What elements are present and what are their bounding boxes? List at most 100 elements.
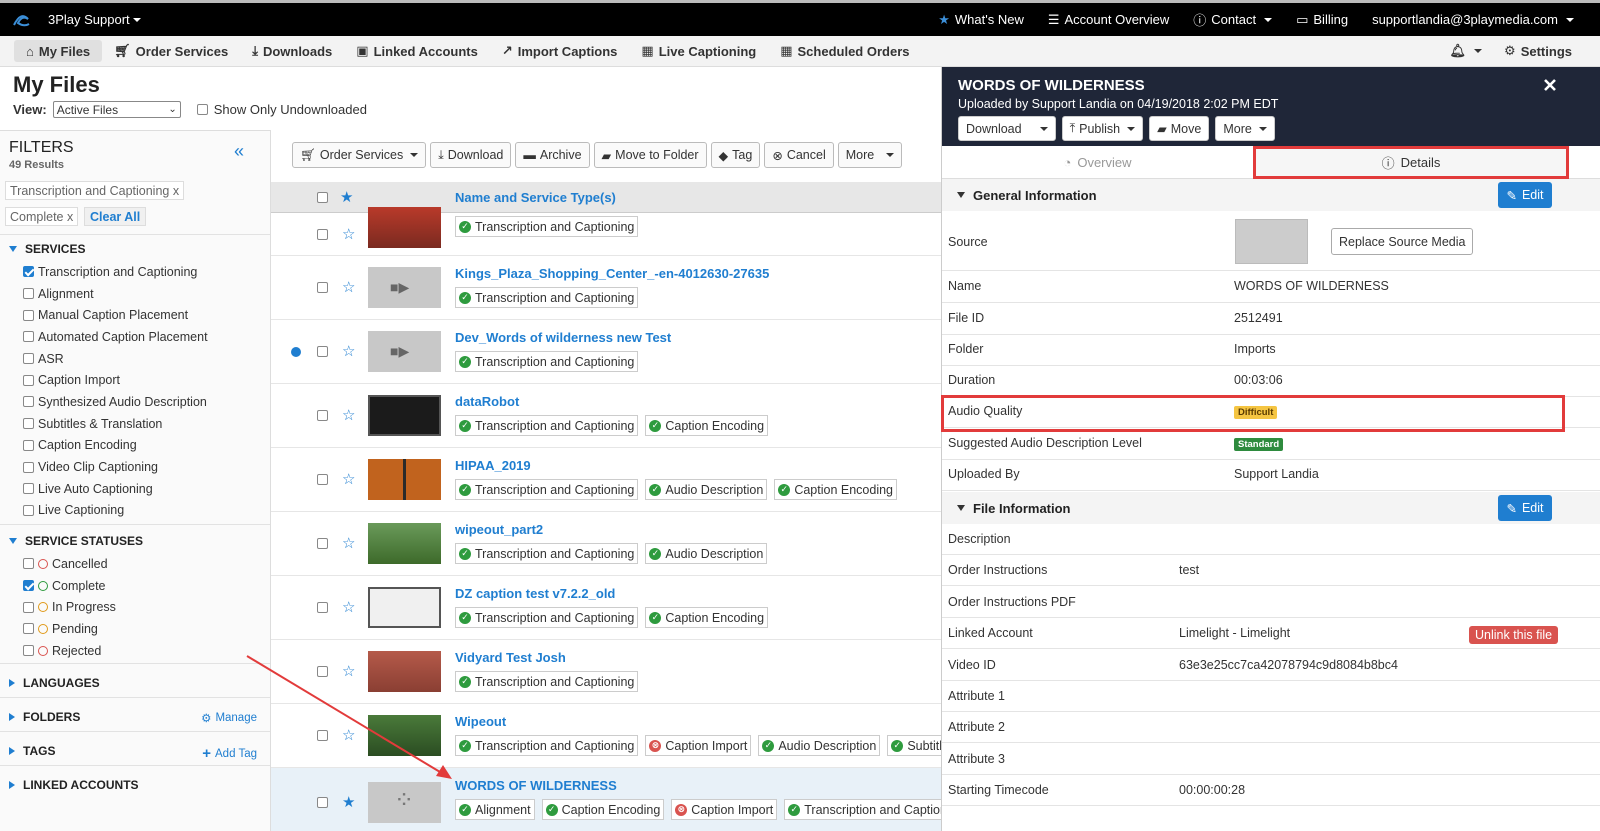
billing-link[interactable]: ▭ Billing (1296, 12, 1348, 28)
show-undownloaded-checkbox[interactable] (196, 104, 208, 115)
service-filter-item[interactable]: Alignment (23, 283, 208, 305)
tab-details[interactable]: ⓘ Details (1253, 146, 1569, 179)
nav-order-services[interactable]: 🛒︎ Order Services (102, 40, 240, 62)
file-name-link[interactable]: Kings_Plaza_Shopping_Center_-en-4012630-… (455, 266, 769, 281)
service-tag[interactable]: ✓ Transcription and Captioning (455, 216, 639, 237)
service-tag[interactable]: ✓ Transcription and Captioning (455, 671, 639, 692)
file-name-link[interactable]: DZ caption test v7.2.2_old (455, 586, 615, 601)
file-thumbnail[interactable] (368, 523, 441, 564)
tab-overview[interactable]: ◔ Overview (942, 146, 1253, 179)
file-thumbnail[interactable] (368, 459, 441, 500)
service-tag[interactable]: ✓ Transcription and Captioning (455, 735, 639, 756)
service-filter-checkbox[interactable] (23, 504, 34, 516)
star-icon[interactable]: ☆ (342, 278, 355, 296)
notifications-menu[interactable]: 🔔︎ (1450, 40, 1483, 62)
star-icon[interactable]: ☆ (342, 470, 355, 488)
file-thumbnail[interactable] (368, 395, 441, 436)
add-tag-link[interactable]: + Add Tag (202, 745, 257, 762)
service-filter-item[interactable]: ASR (23, 348, 208, 370)
status-filter-item[interactable]: In Progress (23, 596, 116, 618)
status-filter-item[interactable]: Rejected (23, 640, 116, 662)
filter-chip-status[interactable]: Complete x (5, 207, 79, 226)
tag-button[interactable]: ◆ Tag (710, 142, 761, 168)
service-filter-checkbox[interactable] (23, 439, 34, 451)
file-name-link[interactable]: wipeout_part2 (455, 522, 543, 537)
star-icon[interactable]: ☆ (342, 342, 355, 360)
service-filter-checkbox[interactable] (23, 331, 34, 343)
service-filter-item[interactable]: Transcription and Captioning (23, 261, 208, 283)
nav-import-captions[interactable]: ↗ Import Captions (490, 40, 630, 62)
star-icon[interactable]: ★ (342, 793, 355, 811)
nav-settings[interactable]: ⚙ Settings (1504, 40, 1572, 62)
file-thumbnail[interactable]: ⁘ (368, 782, 441, 823)
service-tag[interactable]: ✓ Transcription and Captioning (455, 607, 639, 628)
file-row[interactable]: ☆ HIPAA_2019 ✓ Transcription and Captioning… (271, 448, 941, 512)
linked-accounts-section-toggle[interactable]: LINKED ACCOUNTS (9, 778, 139, 792)
service-tag[interactable]: ✓ Transcription and Captioning (455, 415, 639, 436)
file-info-toggle[interactable]: File Information (957, 501, 1071, 516)
star-icon[interactable]: ★ (340, 188, 353, 206)
file-name-link[interactable]: Dev_Words of wilderness new Test (455, 330, 671, 345)
service-tag[interactable]: ✓ Caption Encoding (645, 607, 769, 628)
service-tag[interactable]: ✓ Subtitl (887, 735, 941, 756)
clear-all-button[interactable]: Clear All (84, 207, 147, 226)
file-name-link[interactable]: HIPAA_2019 (455, 458, 531, 473)
service-tag[interactable]: ✓ Alignment (455, 799, 535, 820)
nav-scheduled-orders[interactable]: ▦ Scheduled Orders (768, 40, 921, 62)
account-overview-link[interactable]: ☰ Account Overview (1048, 12, 1169, 28)
service-filter-item[interactable]: Live Captioning (23, 500, 208, 522)
file-name-link[interactable]: Wipeout (455, 714, 506, 729)
file-row-checkbox[interactable] (317, 666, 328, 677)
service-tag[interactable]: ✓ Transcription and Captioning (455, 351, 639, 372)
archive-button[interactable]: ▬ Archive (515, 142, 590, 168)
edit-file-button[interactable]: ✎ Edit (1498, 495, 1552, 521)
service-tag[interactable]: ⊗ Caption Import (671, 799, 778, 820)
file-thumbnail[interactable] (368, 715, 441, 756)
nav-live-captioning[interactable]: ▦ Live Captioning (629, 40, 768, 62)
service-tag[interactable]: ✓ Caption Encoding (645, 415, 769, 436)
star-icon[interactable]: ☆ (342, 225, 355, 243)
service-tag[interactable]: ⊗ Caption Import (645, 735, 752, 756)
nav-downloads[interactable]: ⤓ Downloads (240, 40, 344, 62)
languages-section-toggle[interactable]: LANGUAGES (9, 676, 100, 690)
file-row[interactable]: ☆ Vidyard Test Josh ✓ Transcription and Cap… (271, 640, 941, 704)
status-filter-checkbox[interactable] (23, 623, 34, 635)
service-tag[interactable]: ✓ Transcription and Captioning (455, 287, 639, 308)
service-filter-checkbox[interactable] (23, 374, 34, 386)
service-filter-item[interactable]: Live Auto Captioning (23, 478, 208, 500)
view-select[interactable]: Active Files ⌄ (52, 101, 181, 118)
file-row-checkbox[interactable] (317, 538, 328, 549)
name-column-header[interactable]: Name and Service Type(s) (455, 190, 616, 205)
panel-publish-button[interactable]: ⤒ Publish (1061, 116, 1144, 141)
service-tag[interactable]: ✓ Transcription and Captioning (455, 543, 639, 564)
service-filter-item[interactable]: Synthesized Audio Description (23, 391, 208, 413)
file-row-checkbox[interactable] (317, 474, 328, 485)
star-icon[interactable]: ☆ (342, 406, 355, 424)
file-row-checkbox[interactable] (317, 797, 328, 808)
service-filter-checkbox[interactable] (23, 288, 34, 300)
collapse-sidebar-icon[interactable]: « (234, 141, 244, 162)
panel-download-button[interactable]: Download (958, 116, 1056, 141)
nav-my-files[interactable]: ⌂ My Files (14, 40, 103, 62)
panel-more-button[interactable]: More (1215, 116, 1275, 141)
file-thumbnail[interactable] (368, 207, 441, 248)
file-row-checkbox[interactable] (317, 282, 328, 293)
star-icon[interactable]: ☆ (342, 662, 355, 680)
service-tag[interactable]: ✓ Transcription and Caption (784, 799, 941, 820)
status-filter-checkbox[interactable] (23, 558, 34, 570)
file-row-checkbox[interactable] (317, 346, 328, 357)
service-filter-item[interactable]: Video Clip Captioning (23, 456, 208, 478)
file-row-checkbox[interactable] (317, 730, 328, 741)
folders-section-toggle[interactable]: FOLDERS (9, 710, 80, 724)
file-name-link[interactable]: WORDS OF WILDERNESS (455, 778, 617, 793)
file-row[interactable]: ☆ DZ caption test v7.2.2_old ✓ Transcriptio… (271, 576, 941, 640)
file-row[interactable]: ☆ ■▶ Dev_Words of wilderness new Test ✓ Tran… (271, 320, 941, 384)
file-thumbnail[interactable] (368, 651, 441, 692)
brand-menu[interactable]: 3Play Support (10, 9, 141, 31)
file-name-link[interactable]: Vidyard Test Josh (455, 650, 566, 665)
services-section-toggle[interactable]: SERVICES (9, 242, 85, 256)
whats-new-link[interactable]: ★ What's New (938, 12, 1024, 28)
service-filter-checkbox[interactable] (23, 309, 34, 321)
nav-linked-accounts[interactable]: ▣ Linked Accounts (344, 40, 490, 62)
statuses-section-toggle[interactable]: SERVICE STATUSES (9, 534, 143, 548)
